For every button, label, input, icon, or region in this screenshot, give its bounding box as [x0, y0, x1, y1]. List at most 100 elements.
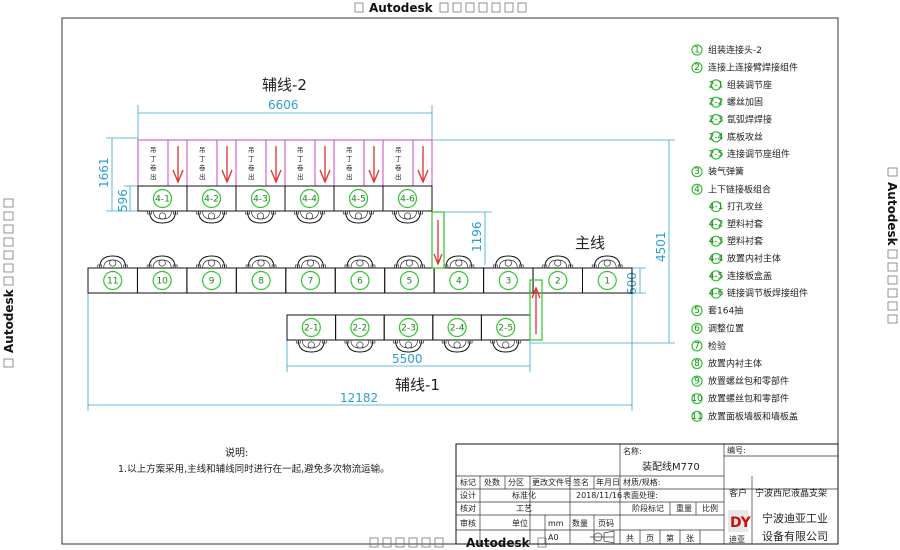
dimension-600: 600: [625, 267, 646, 295]
title-aux-line-2: 辅线-2: [262, 76, 307, 94]
material-shelf: 吊丁卷出: [186, 139, 237, 187]
station-label: 4-2: [204, 195, 219, 205]
legend-text: 装气弹簧: [708, 166, 744, 178]
svg-text:Autodesk: Autodesk: [369, 1, 434, 15]
worker-icon: [441, 339, 473, 353]
station-label: 4-4: [302, 195, 317, 205]
worker-icon: [443, 255, 475, 269]
legend-text: 塑料衬套: [727, 218, 763, 230]
legend-text: 放置螺丝包和零部件: [708, 393, 789, 405]
legend-number: 9: [694, 377, 700, 387]
shelf-text: 卷: [346, 163, 353, 172]
shelf-text: 吊: [248, 146, 255, 154]
worker-icon: [542, 255, 574, 269]
legend-number: 5: [694, 306, 700, 316]
svg-text:1196: 1196: [470, 221, 484, 252]
svg-text:签名: 签名: [573, 477, 589, 487]
legend-text: 放置内衬主体: [727, 253, 781, 265]
legend-item: 11 放置面板墙板和墙板盖: [691, 410, 798, 422]
cad-drawing: Autodesk Autodesk Autodesk Autodesk 辅线-2…: [2, 1, 899, 550]
svg-text:阶段标记: 阶段标记: [632, 503, 664, 513]
worker-icon: [295, 339, 327, 353]
svg-text:分区: 分区: [508, 478, 524, 487]
legend-item: 9 放置螺丝包和零部件: [691, 375, 789, 387]
legend-number: 2-3: [709, 115, 724, 125]
legend-number: 1: [694, 46, 700, 56]
station-label: 4-1: [155, 195, 170, 205]
svg-text:596: 596: [116, 189, 130, 212]
aux2-station-4-5: 4-5: [333, 185, 384, 212]
legend-item: 2-1 组装调节座: [709, 79, 772, 91]
company-logo: DY 迪亚: [728, 510, 752, 544]
svg-text:材质/规格:: 材质/规格:: [623, 477, 660, 487]
svg-text:名称:: 名称:: [623, 446, 642, 456]
shelf-text: 丁: [395, 155, 402, 163]
legend-item: 4-2 塑料衬套: [709, 218, 763, 230]
legend-item: 2-3 氩弧焊焊接: [709, 114, 772, 126]
legend-text: 上下链接板组合: [708, 183, 771, 195]
watermark-right: Autodesk: [885, 167, 899, 324]
legend-item: 2-2 螺丝加固: [709, 96, 763, 108]
legend-item: 6 调整位置: [691, 322, 744, 334]
shelf-text: 卷: [395, 163, 402, 172]
shelf-text: 出: [248, 172, 255, 181]
svg-text:Autodesk: Autodesk: [466, 536, 531, 550]
legend-text: 螺丝加固: [727, 96, 763, 108]
company-name-line-2: 设备有限公司: [762, 529, 828, 543]
main-station-10: 10: [136, 267, 188, 294]
dimension-596: 596: [116, 185, 138, 212]
shelf-text: 出: [395, 172, 402, 181]
shelf-text: 吊: [150, 146, 157, 154]
station-label: 4-6: [400, 195, 415, 205]
svg-text:重量: 重量: [676, 503, 692, 513]
station-label: 3: [505, 277, 511, 287]
svg-text:工艺: 工艺: [516, 504, 532, 513]
main-station-4: 4: [433, 267, 485, 294]
worker-icon: [490, 339, 522, 353]
svg-text:6606: 6606: [268, 98, 299, 112]
station-label: 4: [456, 277, 462, 287]
worker-icon: [147, 210, 178, 224]
legend-item: 4-4 放置内衬主体: [709, 253, 781, 265]
legend-number: 2-1: [709, 80, 724, 90]
legend-number: 6: [694, 324, 700, 334]
legend-item: 5 套164抽: [691, 305, 743, 317]
legend-text: 连接调节座组件: [727, 148, 790, 160]
svg-text:页: 页: [646, 534, 654, 543]
watermark-left: Autodesk: [2, 198, 16, 368]
dimension-4501: 4501: [432, 139, 675, 344]
svg-text:2018/11/16: 2018/11/16: [576, 491, 622, 500]
svg-text:装配线M770: 装配线M770: [642, 460, 700, 473]
dimension-6606: 6606: [137, 98, 433, 140]
svg-text:第: 第: [666, 533, 674, 543]
svg-text:张: 张: [686, 534, 694, 543]
dimension-1196: 1196: [443, 211, 492, 265]
worker-icon: [294, 210, 325, 224]
legend-item: 4-6 链接调节板焊接组件: [709, 287, 808, 299]
legend-item: 4-3 塑料衬套: [709, 235, 763, 247]
flow-arrow-down: [172, 146, 184, 184]
legend-number: 8: [694, 359, 700, 369]
watermark-top: Autodesk: [354, 1, 527, 15]
shelf-text: 吊: [395, 146, 402, 154]
shelf-text: 丁: [297, 155, 304, 163]
worker-icon: [196, 210, 227, 224]
station-label: 10: [156, 277, 168, 287]
title-block: 名称: 装配线M770 编号: 标记 处数 分区 更改文件号 签名 年月日 设计…: [455, 443, 839, 545]
legend-text: 打孔攻丝: [727, 201, 763, 213]
worker-icon: [245, 210, 276, 224]
station-label: 2-5: [498, 324, 513, 334]
aux1-station-2-2: 2-2: [335, 314, 385, 341]
svg-text:设计: 设计: [460, 490, 476, 500]
legend-text: 组装调节座: [727, 79, 772, 91]
notes-line-1: 1.以上方案采用,主线和辅线同时进行在一起,避免多次物流运输。: [118, 463, 390, 475]
process-legend: 1 组装连接头-22 连接上连接臂焊接组件2-1 组装调节座2-2 螺丝加固2-3 氩弧焊…: [691, 44, 808, 422]
legend-text: 放置螺丝包和零部件: [708, 375, 789, 387]
aux1-station-2-5: 2-5: [480, 314, 531, 341]
worker-icon: [245, 255, 277, 269]
worker-icon: [492, 255, 524, 269]
notes-title: 说明:: [225, 446, 248, 459]
svg-text:5500: 5500: [392, 352, 423, 366]
legend-text: 套164抽: [708, 305, 743, 317]
legend-text: 连接上连接臂焊接组件: [708, 62, 798, 74]
